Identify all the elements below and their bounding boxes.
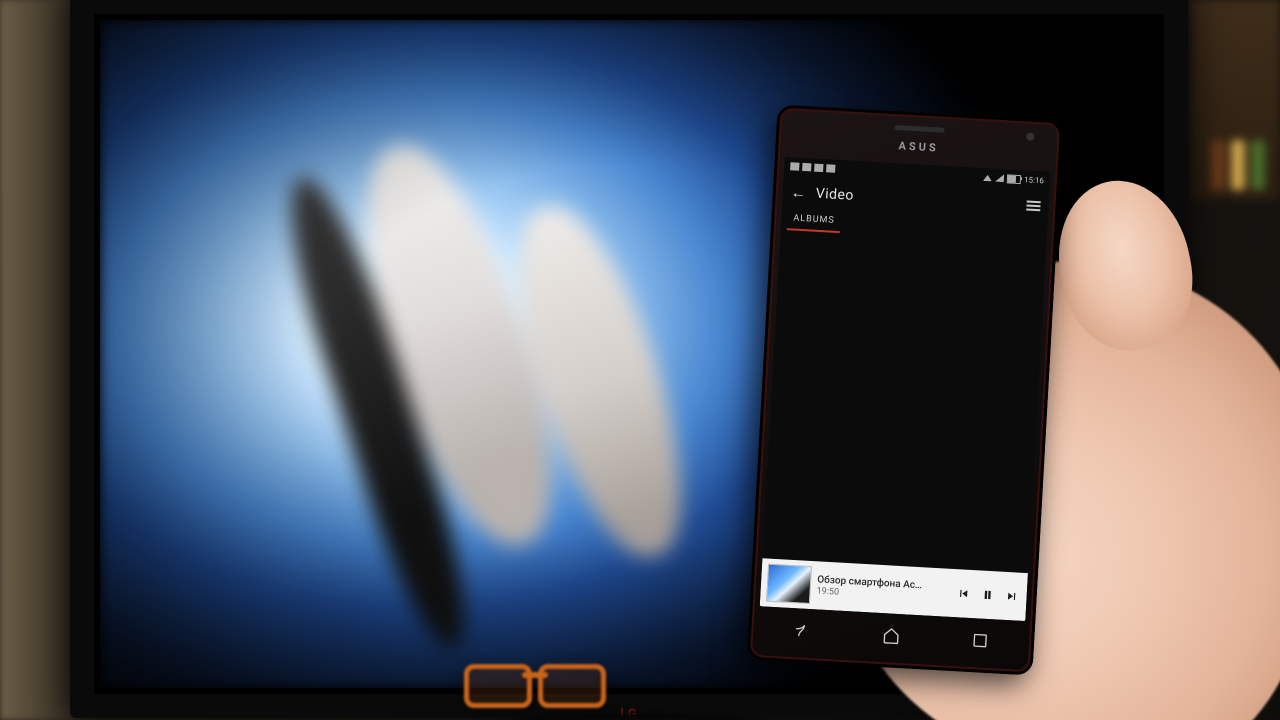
tab-albums[interactable]: ALBUMS [787,209,841,233]
smartphone: ASUS 15:16 ← V [747,104,1064,675]
video-list-area[interactable] [762,230,1046,573]
room-wall [0,0,80,720]
next-button[interactable] [1002,587,1021,606]
mini-player-thumbnail[interactable] [766,564,812,604]
pause-icon [980,588,995,603]
tv-stand [469,714,789,720]
signal-icon [995,174,1004,182]
front-camera-icon [1026,132,1034,140]
room-shelf [1190,0,1280,200]
nav-recent-button[interactable] [969,630,990,655]
menu-button[interactable] [1026,201,1041,212]
app-title: Video [815,186,854,204]
wifi-icon [983,173,992,181]
nav-home-button[interactable] [880,625,901,650]
battery-icon [1007,174,1021,184]
3d-glasses [460,658,610,702]
back-arrow-icon [792,620,813,641]
phone-screen: 15:16 ← Video ALBUMS Обзор смартфона Ас…… [760,157,1051,621]
previous-button[interactable] [954,584,973,603]
skip-next-icon [1004,589,1019,604]
notification-icon [814,164,823,172]
phone-speaker [894,125,944,133]
back-button[interactable]: ← [790,185,806,201]
notification-icon [790,162,799,170]
status-time: 15:16 [1024,175,1044,185]
notification-icon [802,163,811,171]
nav-back-button[interactable] [792,620,813,645]
pause-button[interactable] [978,585,997,604]
skip-previous-icon [956,586,971,601]
photo-scene: LG ASUS [0,0,1280,720]
mini-player-info[interactable]: Обзор смартфона Ас… 19:50 [816,574,949,604]
recent-apps-icon [969,630,990,651]
home-icon [881,625,902,646]
notification-icon [826,164,835,172]
phone-brand-logo: ASUS [898,139,939,154]
